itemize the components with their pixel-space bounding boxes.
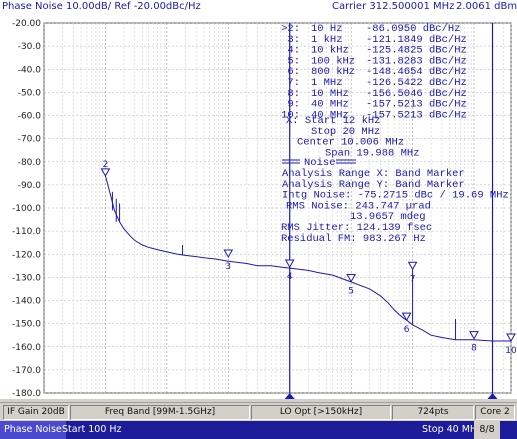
band-marker-arrow [487, 393, 498, 399]
marker-table-value: -157.5213 dBc/Hz [366, 109, 467, 121]
page-indicator: 8/8 [474, 421, 500, 439]
points-status[interactable]: 724pts [392, 405, 474, 420]
band-marker-arrow [284, 393, 295, 399]
analysis-range-line: Span 19.988 MHz [325, 147, 420, 159]
y-tick-label: -160.0 [12, 343, 41, 353]
y-tick-label: -20.00 [12, 19, 41, 29]
y-tick-label: -130.0 [12, 273, 41, 283]
marker-5-label: 5 [348, 287, 354, 297]
freq-band-status[interactable]: Freq Band [99M-1.5GHz] [70, 405, 250, 420]
y-tick-label: -50.0 [18, 88, 42, 98]
marker-10-label: 10 [505, 346, 517, 356]
marker-8-label: 8 [471, 344, 477, 354]
lo-opt-status[interactable]: LO Opt [>150kHz] [251, 405, 391, 420]
y-axis-ticks: -20.00 -30.0 -40.0 -50.0 -60.0 -70.0 -80.0 -90.… [12, 19, 41, 399]
y-tick-label: -170.0 [12, 366, 41, 376]
marker-4-label: 4 [287, 272, 293, 282]
noise-analysis-line: Residual FM: 983.267 Hz [281, 233, 426, 245]
y-tick-label: -140.0 [12, 297, 41, 307]
y-tick-label: -70.0 [18, 135, 42, 145]
y-tick-label: -110.0 [12, 227, 41, 237]
y-tick-label: -30.0 [18, 42, 42, 52]
y-tick-label: -100.0 [12, 204, 41, 214]
carrier-power: 2.0061 dBm [456, 1, 517, 12]
y-tick-label: -180.0 [12, 389, 41, 399]
y-tick-label: -90.0 [18, 181, 42, 191]
start-frequency[interactable]: Start 100 Hz [62, 421, 122, 439]
carrier-frequency: Carrier 312.500001 MHz [332, 1, 455, 12]
y-tick-label: -40.0 [18, 65, 42, 75]
phase-noise-plot[interactable]: -20.00 -30.0 -40.0 -50.0 -60.0 -70.0 -80.0 -90.… [0, 14, 517, 399]
title-bar: Phase Noise 10.00dB/ Ref -20.00dBc/Hz Ca… [0, 0, 517, 14]
core-status[interactable]: Core 2 [475, 405, 515, 420]
measurement-mode[interactable]: Phase Noise [0, 421, 66, 439]
marker-7-label: 7 [410, 274, 416, 284]
trace-label: Phase Noise 10.00dB/ Ref -20.00dBc/Hz [2, 1, 201, 12]
marker-2-label: 2 [103, 160, 109, 170]
y-tick-label: -150.0 [12, 320, 41, 330]
y-tick-label: -60.0 [18, 112, 42, 122]
settings-status-bar: IF Gain 20dB Freq Band [99M-1.5GHz] LO O… [0, 402, 517, 420]
y-tick-label: -80.0 [18, 158, 42, 168]
if-gain-status[interactable]: IF Gain 20dB [3, 405, 69, 420]
y-tick-label: -120.0 [12, 250, 41, 260]
phase-noise-chart[interactable]: -20.00 -30.0 -40.0 -50.0 -60.0 -70.0 -80.0 -90.… [0, 14, 517, 399]
sweep-status-bar: Phase Noise Start 100 Hz Stop 40 MHz 8/8 [0, 421, 517, 439]
marker-3-label: 3 [225, 262, 231, 272]
marker-6-label: 6 [404, 325, 410, 335]
